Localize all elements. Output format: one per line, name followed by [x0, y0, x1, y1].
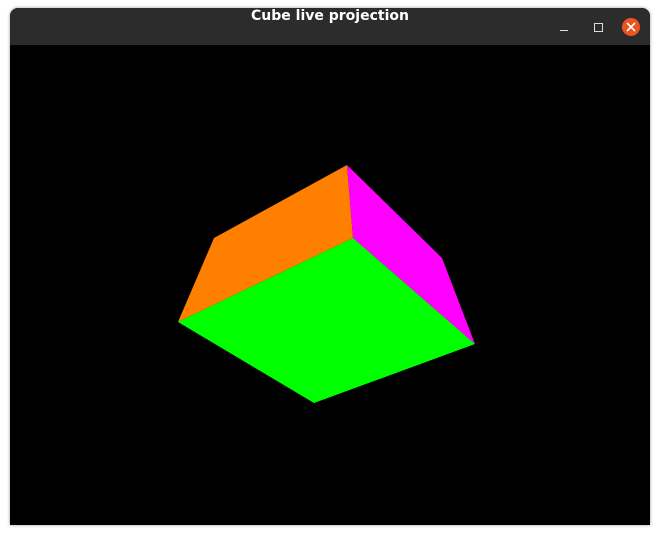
maximize-icon [593, 22, 603, 32]
minimize-button[interactable] [554, 17, 574, 37]
render-canvas [10, 45, 650, 525]
cube-projection [178, 165, 475, 403]
app-window: Cube live projection [10, 8, 650, 525]
title-bar[interactable]: Cube live projection [10, 8, 650, 45]
maximize-button[interactable] [588, 17, 608, 37]
minimize-icon [560, 29, 568, 31]
close-button[interactable] [622, 18, 640, 36]
close-icon [626, 22, 636, 32]
